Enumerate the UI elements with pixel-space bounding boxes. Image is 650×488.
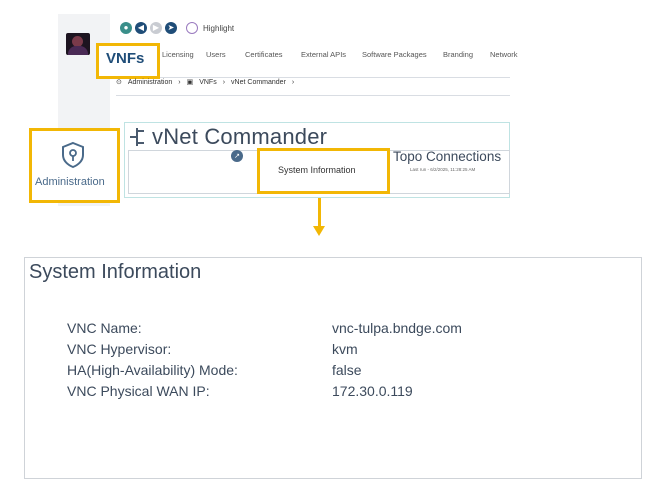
info-row: HA(High-Availability) Mode: false: [67, 359, 462, 380]
info-row: VNC Name: vnc-tulpa.bndge.com: [67, 317, 462, 338]
breadcrumb-divider: [116, 95, 510, 96]
status-icon[interactable]: ●: [120, 22, 132, 34]
nav-tabs: Licensing Users Certificates External AP…: [162, 50, 520, 64]
back-icon[interactable]: ◀: [135, 22, 147, 34]
info-row: VNC Physical WAN IP: 172.30.0.119: [67, 380, 462, 401]
toolbar: ● ◀ ▶ ➤ Highlight: [120, 19, 234, 37]
info-list: VNC Name: vnc-tulpa.bndge.com VNC Hyperv…: [67, 317, 462, 401]
callout-arrow-head: [313, 226, 325, 236]
info-key: HA(High-Availability) Mode:: [67, 361, 238, 378]
breadcrumb-vnfs[interactable]: VNFs: [199, 79, 217, 86]
breadcrumb: ⊙ Administration › ▣ VNFs › vNet Command…: [116, 78, 295, 87]
shield-key-icon[interactable]: [58, 140, 88, 170]
breadcrumb-administration[interactable]: Administration: [128, 79, 172, 86]
info-key: VNC Name:: [67, 319, 142, 336]
highlight-icon[interactable]: [186, 22, 198, 34]
info-row: VNC Hypervisor: kvm: [67, 338, 462, 359]
system-information-panel: System Information VNC Name: vnc-tulpa.b…: [24, 257, 642, 479]
hierarchy-icon: [130, 128, 144, 146]
tab-vnfs[interactable]: VNFs: [106, 50, 144, 67]
topo-connections-title[interactable]: Topo Connections: [393, 149, 501, 164]
page-title: vNet Commander: [152, 124, 328, 149]
info-key: VNC Hypervisor:: [67, 340, 172, 357]
breadcrumb-vnet-commander[interactable]: vNet Commander: [231, 79, 286, 86]
tab-software-packages[interactable]: Software Packages: [362, 50, 443, 64]
topo-last-run: Last run - 6/2/2025, 11:28:25 AM: [410, 167, 476, 172]
chart-icon[interactable]: ↗: [231, 150, 243, 162]
info-value: vnc-tulpa.bndge.com: [332, 319, 462, 336]
panel-title: System Information: [29, 261, 202, 283]
breadcrumb-separator: ›: [222, 78, 226, 86]
info-key: VNC Physical WAN IP:: [67, 382, 210, 399]
highlight-box-system-information: [257, 148, 390, 194]
title-row: vNet Commander: [130, 124, 327, 150]
breadcrumb-separator: ›: [291, 78, 295, 86]
breadcrumb-vnfs-icon: ▣: [186, 79, 194, 86]
tab-certificates[interactable]: Certificates: [245, 50, 301, 64]
info-value: 172.30.0.119: [332, 382, 413, 399]
forward-icon[interactable]: ▶: [150, 22, 162, 34]
avatar[interactable]: [66, 33, 90, 55]
info-value: kvm: [332, 340, 358, 357]
send-icon[interactable]: ➤: [165, 22, 177, 34]
tab-licensing[interactable]: Licensing: [162, 50, 206, 64]
callout-arrow: [318, 198, 321, 228]
tab-users[interactable]: Users: [206, 50, 245, 64]
info-value: false: [332, 361, 362, 378]
tab-branding[interactable]: Branding: [443, 50, 490, 64]
tab-network[interactable]: Network: [490, 50, 520, 64]
tab-external-apis[interactable]: External APIs: [301, 50, 362, 64]
highlight-label[interactable]: Highlight: [203, 24, 234, 33]
breadcrumb-separator: ›: [178, 78, 181, 86]
sidebar-item-administration[interactable]: Administration: [35, 176, 105, 188]
breadcrumb-home-icon[interactable]: ⊙: [116, 78, 122, 86]
